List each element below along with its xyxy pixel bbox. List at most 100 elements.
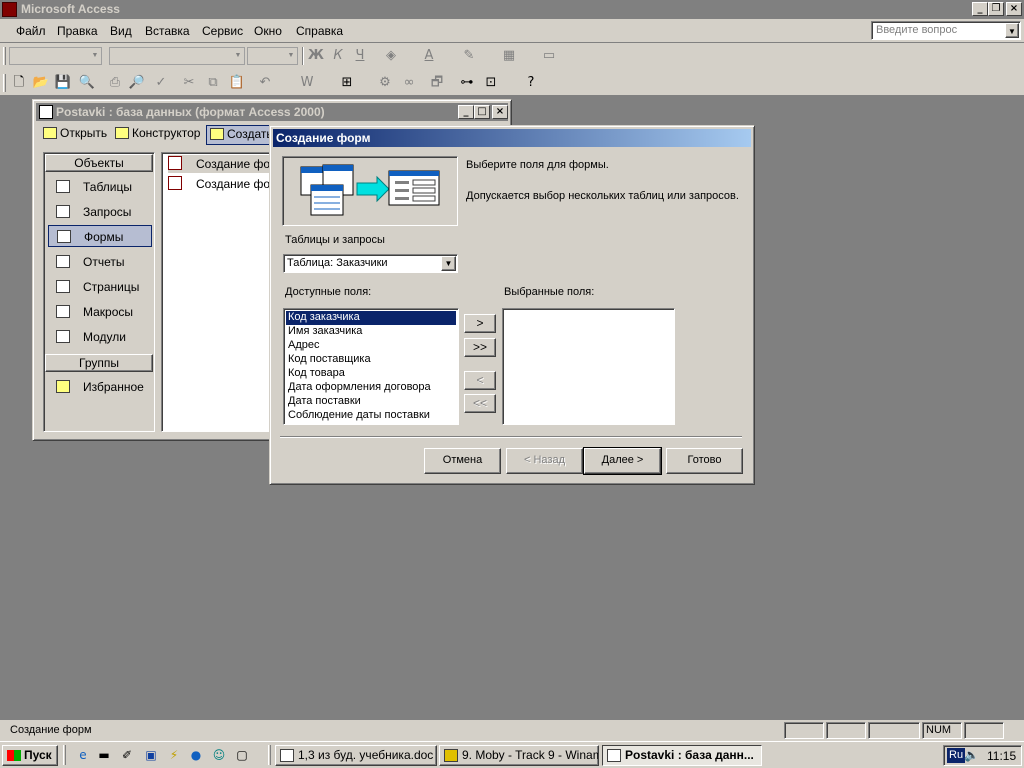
help-icon[interactable]: ?	[522, 74, 540, 92]
create-button[interactable]: Создать	[206, 125, 277, 145]
status-text: Создание форм	[10, 724, 92, 736]
create-label: Создать	[227, 127, 273, 141]
sidebar-item-tables[interactable]: Таблицы	[48, 176, 152, 198]
sidebar-item-macros[interactable]: Макросы	[48, 301, 152, 323]
volume-icon[interactable]: 🔈	[964, 748, 979, 762]
sidebar-item-queries[interactable]: Запросы	[48, 201, 152, 223]
spelling-icon: ✓	[155, 75, 167, 90]
selected-table: Таблица: Заказчики	[287, 257, 388, 269]
print-preview-icon: 🔎	[128, 75, 146, 90]
taskbar: Пуск e ▬ ✐ ▣ ⚡ ● ☺ ▢ 1,3 из буд. учебник…	[0, 741, 1024, 768]
restore-icon[interactable]: ❐	[988, 2, 1004, 16]
bold-icon: Ж	[308, 48, 324, 63]
finish-button[interactable]: Готово	[666, 448, 743, 474]
menu-file[interactable]: Файл	[16, 24, 46, 38]
desktop-icon[interactable]: ▢	[234, 748, 250, 763]
analyze-icon[interactable]: ⊞	[338, 74, 356, 92]
sidebar-item-forms[interactable]: Формы	[48, 225, 152, 247]
menu-help[interactable]: Справка	[296, 24, 343, 38]
people-icon[interactable]: ☺	[211, 748, 227, 763]
paste-icon: 📋	[228, 75, 246, 90]
open-folder-icon[interactable]: 📂	[32, 74, 50, 92]
query-icon	[56, 205, 70, 218]
add-field-button[interactable]: >	[464, 314, 496, 333]
internet-explorer-icon[interactable]: e	[75, 748, 91, 763]
objects-header[interactable]: Объекты	[45, 154, 153, 172]
minimize-icon[interactable]: _	[458, 105, 474, 119]
minimize-icon[interactable]: _	[972, 2, 988, 16]
tables-queries-label: Таблицы и запросы	[285, 234, 385, 246]
size-combo: ▼	[247, 47, 298, 65]
tables-queries-select[interactable]: Таблица: Заказчики ▼	[283, 254, 458, 273]
task-access-database[interactable]: Postavki : база данн...	[602, 745, 762, 766]
design-label: Конструктор	[132, 126, 201, 140]
sidebar-item-modules[interactable]: Модули	[48, 326, 152, 348]
list-item[interactable]: Имя заказчика	[286, 325, 456, 339]
menu-edit[interactable]: Правка	[57, 24, 98, 38]
word-icon[interactable]: ▣	[143, 748, 159, 763]
task-winamp[interactable]: 9. Moby - Track 9 - Winamp	[439, 745, 599, 766]
list-item[interactable]: Код товара	[286, 367, 456, 381]
form-wizard-icon	[168, 176, 182, 190]
dialog-title: Создание форм	[276, 131, 371, 145]
list-item[interactable]: Код заказчика	[285, 310, 457, 326]
notepad-icon[interactable]: ✐	[119, 748, 135, 763]
menu-window[interactable]: Окно	[254, 24, 282, 38]
remove-all-fields-button[interactable]: <<	[464, 394, 496, 413]
back-button[interactable]: < Назад	[506, 448, 583, 474]
new-object-icon[interactable]: ⊡	[482, 74, 500, 92]
windows-logo-icon	[7, 750, 21, 761]
menu-insert[interactable]: Вставка	[145, 24, 190, 38]
maximize-icon[interactable]: □	[474, 105, 490, 119]
taskbar-grip	[268, 745, 271, 765]
open-button[interactable]: Открыть	[43, 126, 107, 146]
taskbar-grip	[63, 745, 66, 765]
design-button[interactable]: Конструктор	[115, 126, 200, 146]
sidebar-item-label: Модули	[83, 330, 126, 344]
word-doc-icon	[280, 749, 294, 762]
next-button[interactable]: Далее >	[583, 447, 662, 475]
chevron-down-icon[interactable]: ▼	[1005, 23, 1019, 38]
new-file-icon[interactable]: 🗋	[10, 74, 28, 92]
add-all-fields-button[interactable]: >>	[464, 338, 496, 357]
close-icon[interactable]: ×	[492, 105, 508, 119]
list-item[interactable]: Соблюдение даты поставки	[286, 409, 456, 423]
toolbar-grip[interactable]	[3, 74, 6, 92]
list-item[interactable]: Адрес	[286, 339, 456, 353]
list-item[interactable]: Дата поставки	[286, 395, 456, 409]
selected-fields-list[interactable]	[502, 308, 675, 425]
cancel-button[interactable]: Отмена	[424, 448, 501, 474]
messenger-icon[interactable]: ●	[188, 748, 204, 763]
task-word-document[interactable]: 1,3 из буд. учебника.doc ...	[275, 745, 437, 766]
sidebar-item-label: Макросы	[83, 305, 134, 319]
start-button[interactable]: Пуск	[2, 745, 58, 766]
drive-icon[interactable]: ▬	[96, 748, 112, 763]
fill-color-icon: ◈	[386, 48, 396, 63]
chevron-down-icon[interactable]: ▼	[441, 256, 456, 271]
menu-view[interactable]: Вид	[110, 24, 132, 38]
available-fields-list[interactable]: Код заказчика Имя заказчика Адрес Код по…	[283, 308, 459, 425]
winamp-icon[interactable]: ⚡	[166, 748, 182, 763]
relationships-icon[interactable]: ⊶	[458, 74, 476, 92]
open-label: Открыть	[60, 126, 108, 140]
menu-tools[interactable]: Сервис	[202, 24, 243, 38]
toolbar-grip[interactable]	[3, 47, 6, 65]
sidebar-item-reports[interactable]: Отчеты	[48, 251, 152, 273]
groups-header[interactable]: Группы	[45, 354, 153, 372]
close-icon[interactable]: ×	[1006, 2, 1022, 16]
script-icon: ∞	[403, 75, 415, 90]
borders-icon: ▦	[502, 48, 516, 63]
list-item[interactable]: Дата оформления договора	[286, 381, 456, 395]
list-item[interactable]: Код поставщика	[286, 353, 456, 367]
language-indicator[interactable]: Ru	[947, 748, 966, 763]
database-icon	[607, 749, 621, 762]
status-cell	[826, 722, 866, 739]
sidebar-item-pages[interactable]: Страницы	[48, 276, 152, 298]
ask-question-input[interactable]: Введите вопрос ▼	[871, 21, 1021, 40]
app-title-bar: Microsoft Access _ ❐ ×	[0, 0, 1024, 19]
remove-field-button[interactable]: <	[464, 371, 496, 390]
file-search-icon[interactable]: 🔍	[78, 74, 96, 92]
open-icon	[43, 127, 57, 139]
sidebar-item-favorites[interactable]: Избранное	[48, 376, 152, 398]
database-window-title-bar: Postavki : база данных (формат Access 20…	[36, 103, 508, 121]
